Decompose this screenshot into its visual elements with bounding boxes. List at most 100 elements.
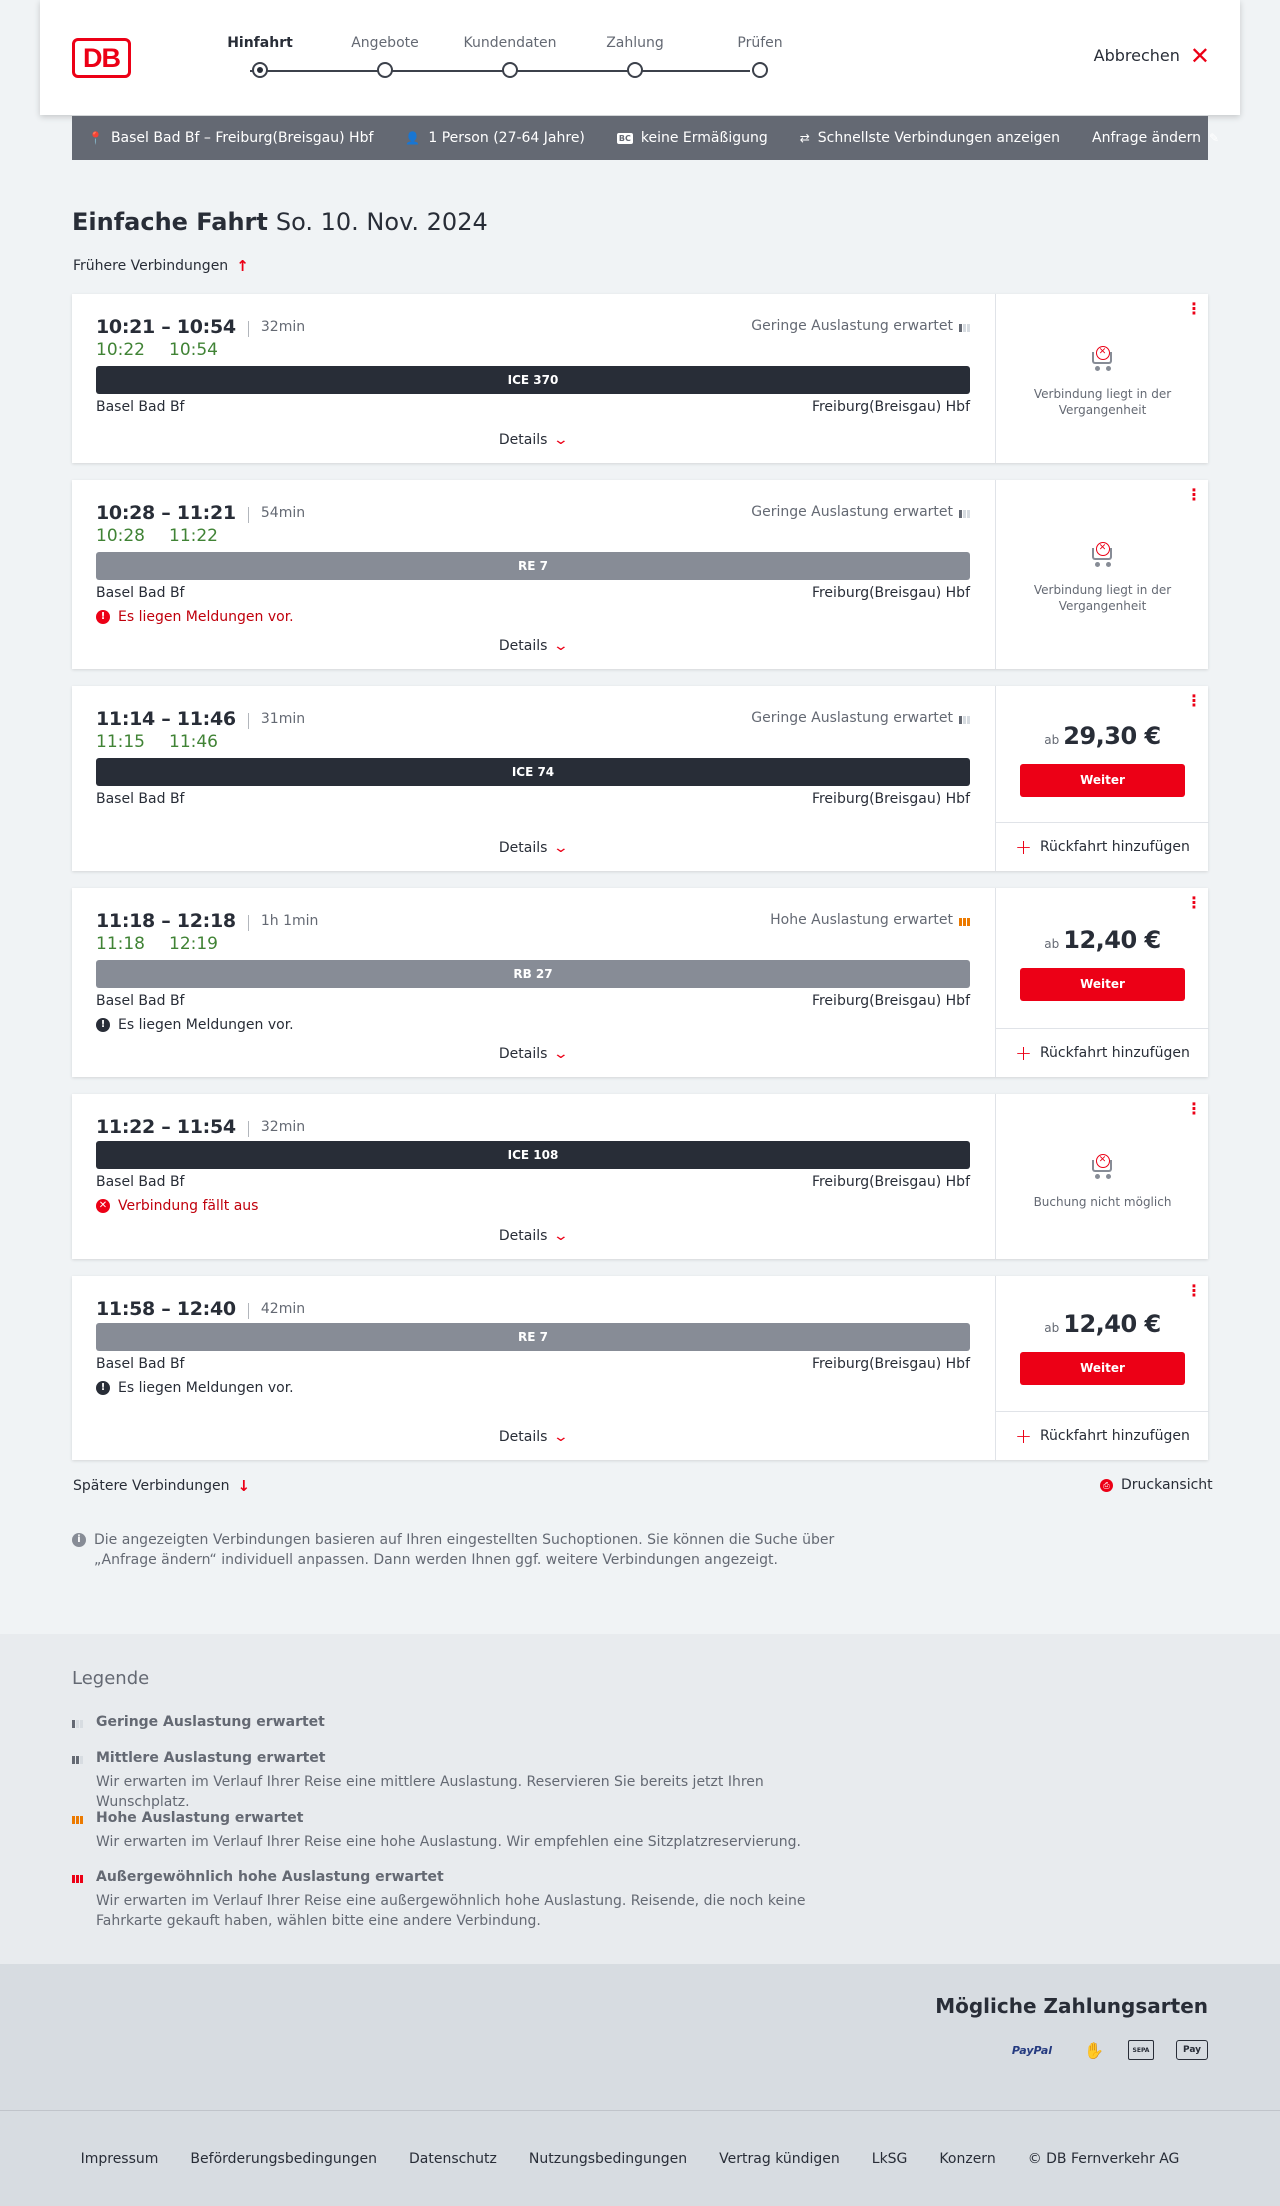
progress-steps: Hinfahrt Angebote Kundendaten Zahlung Pr… (210, 34, 783, 84)
cancellation-notice[interactable]: ✕ Verbindung fällt aus (96, 1198, 258, 1214)
add-return-button[interactable]: + Rückfahrt hinzufügen (996, 822, 1209, 871)
low-load-icon (959, 506, 970, 518)
copyright: © DB Fernverkehr AG (1027, 2150, 1180, 2167)
message-notice[interactable]: ! Es liegen Meldungen vor. (96, 609, 294, 625)
footer-link-lksg[interactable]: LkSG (872, 2151, 908, 2167)
bahncard-icon: BC (616, 132, 633, 144)
chevron-down-icon: ⌄ (553, 432, 570, 448)
plus-icon: + (1015, 835, 1032, 859)
paypal-icon: PayPal (1011, 2043, 1053, 2057)
realtime-times: 11:18 12:19 (96, 934, 218, 954)
db-logo[interactable]: DB (72, 38, 131, 78)
route-info: 📍 Basel Bad Bf – Freiburg(Breisgau) Hbf (88, 130, 374, 146)
step-pruefen: Prüfen (710, 34, 810, 78)
message-notice[interactable]: ! Es liegen Meldungen vor. (96, 1380, 294, 1396)
footer-link-impressum[interactable]: Impressum (81, 2151, 159, 2167)
connection-times: 10:28 – 11:21 | 54min (96, 502, 306, 524)
alert-icon: ! (96, 1381, 110, 1395)
chevron-down-icon: ⌄ (553, 1046, 570, 1062)
continue-button[interactable]: Weiter (1020, 968, 1185, 1001)
apple-pay-icon: Pay (1176, 2040, 1208, 2060)
connection-card: 10:28 – 11:21 | 54min 10:28 11:22 Geringe A… (72, 480, 1208, 669)
low-load-icon (72, 1716, 88, 1728)
arrow-down-icon: ↓ (237, 1477, 251, 1495)
price: ab 12,40 € (1044, 1310, 1161, 1338)
cancel-button[interactable]: Abbrechen ✕ (1094, 44, 1210, 68)
more-options-icon[interactable]: ⋮ (1186, 1101, 1202, 1117)
location-pin-icon: 📍 (88, 131, 103, 145)
more-options-icon[interactable]: ⋮ (1186, 487, 1202, 503)
print-view-link[interactable]: ⎙ Druckansicht (1100, 1477, 1213, 1493)
footer-link-nutzungsbedingungen[interactable]: Nutzungsbedingungen (529, 2151, 687, 2167)
cancel-circle-icon: ✕ (96, 1199, 110, 1213)
continue-button[interactable]: Weiter (1020, 764, 1185, 797)
train-bar[interactable]: ICE 74 (96, 758, 970, 786)
add-return-button[interactable]: + Rückfahrt hinzufügen (996, 1028, 1209, 1077)
details-toggle[interactable]: Details ⌄ (72, 638, 994, 654)
alert-icon: ! (96, 610, 110, 624)
connection-card: 11:14 – 11:46 | 31min 11:15 11:46 Geringe A… (72, 686, 1209, 871)
page-title: Einfache Fahrt So. 10. Nov. 2024 (72, 208, 488, 236)
train-bar[interactable]: ICE 370 (96, 366, 970, 394)
connection-card: 11:22 – 11:54 | 32min ICE 108 Basel Bad Bf… (72, 1094, 1208, 1259)
arrow-up-icon: ↑ (236, 257, 249, 275)
cart-unavailable-icon: ✕ (1089, 1154, 1117, 1180)
connection-times: 11:18 – 12:18 | 1h 1min (96, 910, 319, 932)
more-options-icon[interactable]: ⋮ (1186, 1283, 1202, 1299)
train-bar[interactable]: RB 27 (96, 960, 970, 988)
connection-times: 10:21 – 10:54 | 32min (96, 316, 306, 338)
cart-unavailable-icon: ✕ (1089, 346, 1117, 372)
low-load-icon (959, 320, 970, 332)
train-bar[interactable]: RE 7 (96, 552, 970, 580)
realtime-times: 11:15 11:46 (96, 732, 218, 752)
legend-item-high: Hohe Auslastung erwartet Wir erwarten im… (72, 1810, 832, 1852)
step-zahlung: Zahlung (585, 34, 685, 78)
train-bar[interactable]: ICE 108 (96, 1141, 970, 1169)
earlier-connections-link[interactable]: Frühere Verbindungen ↑ (73, 257, 249, 275)
low-load-icon (959, 712, 970, 724)
step-dot (752, 62, 768, 78)
details-toggle[interactable]: Details ⌄ (72, 840, 994, 856)
connection-card: 10:21 – 10:54 | 32min 10:22 10:54 Geringe A… (72, 294, 1208, 463)
details-toggle[interactable]: Details ⌄ (72, 1429, 994, 1445)
person-icon: 👤 (405, 131, 421, 145)
chevron-down-icon: ⌄ (553, 1228, 570, 1244)
header: DB Hinfahrt Angebote Kundendaten Zahlung… (40, 0, 1240, 115)
legend-item-extreme: Außergewöhnlich hohe Auslastung erwartet… (72, 1869, 832, 1931)
cart-unavailable-icon: ✕ (1089, 542, 1117, 568)
pencil-icon: ✎ (1209, 131, 1220, 145)
chevron-down-icon: ⌄ (553, 840, 570, 856)
details-toggle[interactable]: Details ⌄ (72, 1046, 994, 1062)
legend-title: Legende (72, 1668, 150, 1689)
train-bar[interactable]: RE 7 (96, 1323, 970, 1351)
extreme-load-icon (72, 1871, 88, 1883)
add-return-button[interactable]: + Rückfahrt hinzufügen (996, 1411, 1209, 1460)
details-toggle[interactable]: Details ⌄ (72, 432, 994, 448)
later-connections-link[interactable]: Spätere Verbindungen ↓ (73, 1477, 250, 1495)
continue-button[interactable]: Weiter (1020, 1352, 1185, 1385)
details-toggle[interactable]: Details ⌄ (72, 1228, 994, 1244)
plus-icon: + (1015, 1041, 1032, 1065)
fastest-toggle[interactable]: ⇄ Schnellste Verbindungen anzeigen (800, 130, 1060, 146)
chevron-down-icon: ⌄ (553, 1429, 570, 1445)
more-options-icon[interactable]: ⋮ (1186, 301, 1202, 317)
footer-link-datenschutz[interactable]: Datenschutz (409, 2151, 497, 2167)
footer-link-befoerderungsbedingungen[interactable]: Beförderungsbedingungen (190, 2151, 377, 2167)
high-load-icon (959, 914, 970, 926)
more-options-icon[interactable]: ⋮ (1186, 693, 1202, 709)
info-icon: i (72, 1533, 86, 1547)
footer-link-konzern[interactable]: Konzern (939, 2151, 995, 2167)
stations: Basel Bad Bf Freiburg(Breisgau) Hbf (96, 399, 970, 415)
connection-times: 11:58 – 12:40 | 42min (96, 1298, 306, 1320)
load-indicator: Geringe Auslastung erwartet (751, 504, 970, 520)
progress-line (250, 70, 750, 72)
change-request-button[interactable]: Anfrage ändern ✎ (1092, 130, 1219, 146)
footer: Impressum Beförderungsbedingungen Datens… (0, 2110, 1280, 2206)
price: ab 12,40 € (1044, 926, 1161, 954)
more-options-icon[interactable]: ⋮ (1186, 895, 1202, 911)
booking-status: ✕ Buchung nicht möglich (1033, 1154, 1172, 1209)
message-notice[interactable]: ! Es liegen Meldungen vor. (96, 1017, 294, 1033)
footer-link-vertrag-kuendigen[interactable]: Vertrag kündigen (719, 2151, 840, 2167)
realtime-times: 10:22 10:54 (96, 340, 218, 360)
contactless-icon: ✋ (1084, 2040, 1104, 2060)
